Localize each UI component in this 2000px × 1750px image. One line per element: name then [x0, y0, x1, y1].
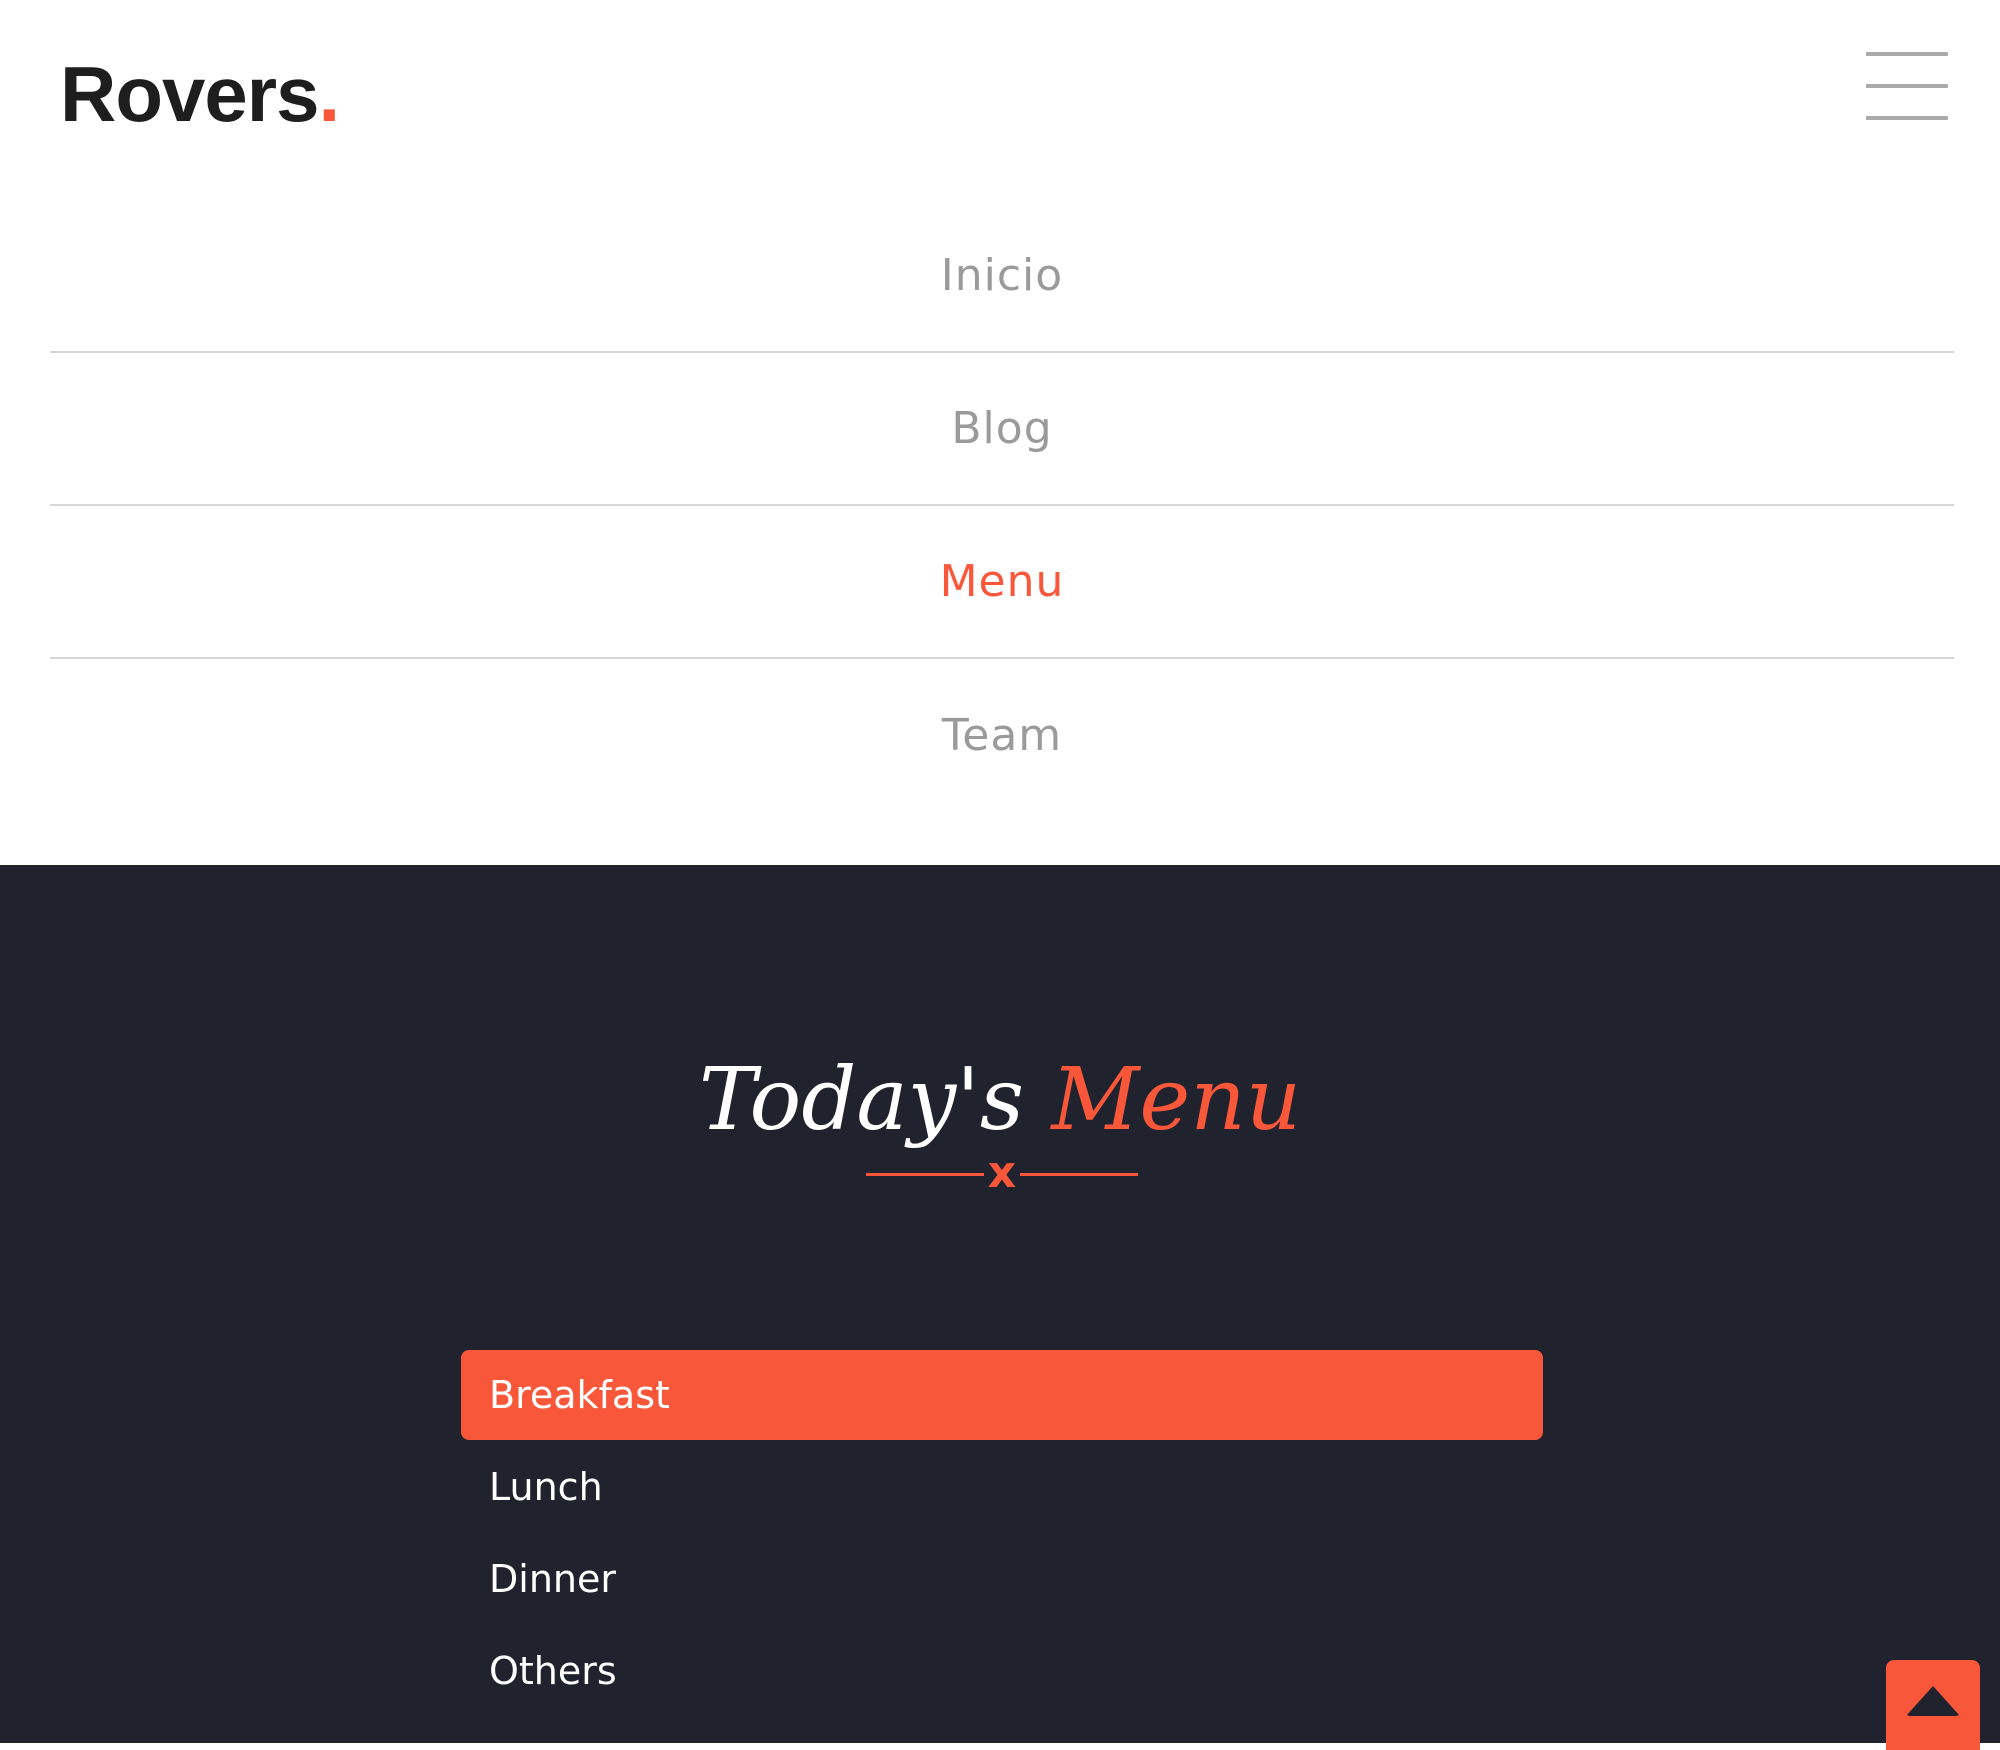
nav-item-blog[interactable]: Blog: [50, 353, 1954, 506]
caret-up-icon: [1906, 1686, 1960, 1716]
section-title-accent: Menu: [1051, 1050, 1302, 1150]
title-divider: x: [866, 1149, 1138, 1197]
divider-line-left: [866, 1173, 984, 1176]
divider-line-right: [1020, 1173, 1138, 1176]
section-title: Today's Menu: [0, 1050, 2000, 1150]
tab-others[interactable]: Others: [461, 1626, 1543, 1716]
hamburger-line: [1866, 84, 1948, 88]
hamburger-line: [1866, 52, 1948, 56]
nav-item-team[interactable]: Team: [50, 659, 1954, 812]
divider-x-icon: x: [987, 1147, 1017, 1198]
nav-item-menu[interactable]: Menu: [50, 506, 1954, 659]
nav-item-inicio[interactable]: Inicio: [50, 200, 1954, 353]
brand-logo[interactable]: Rovers.: [60, 48, 340, 140]
brand-dot: .: [318, 50, 340, 138]
tab-lunch[interactable]: Lunch: [461, 1442, 1543, 1532]
scroll-to-top-button[interactable]: [1886, 1660, 1980, 1750]
todays-menu-section: Today's Menu x Breakfast Lunch Dinner Ot…: [0, 865, 2000, 1743]
brand-name: Rovers: [60, 50, 319, 138]
hamburger-icon[interactable]: [1866, 50, 1952, 124]
main-nav: Inicio Blog Menu Team: [50, 200, 1954, 812]
tab-dinner[interactable]: Dinner: [461, 1534, 1543, 1624]
menu-category-tabs: Breakfast Lunch Dinner Others: [461, 1350, 1543, 1718]
site-header: Rovers.: [0, 0, 2000, 190]
hamburger-line: [1866, 116, 1948, 120]
section-title-main: Today's: [698, 1050, 1025, 1150]
tab-breakfast[interactable]: Breakfast: [461, 1350, 1543, 1440]
